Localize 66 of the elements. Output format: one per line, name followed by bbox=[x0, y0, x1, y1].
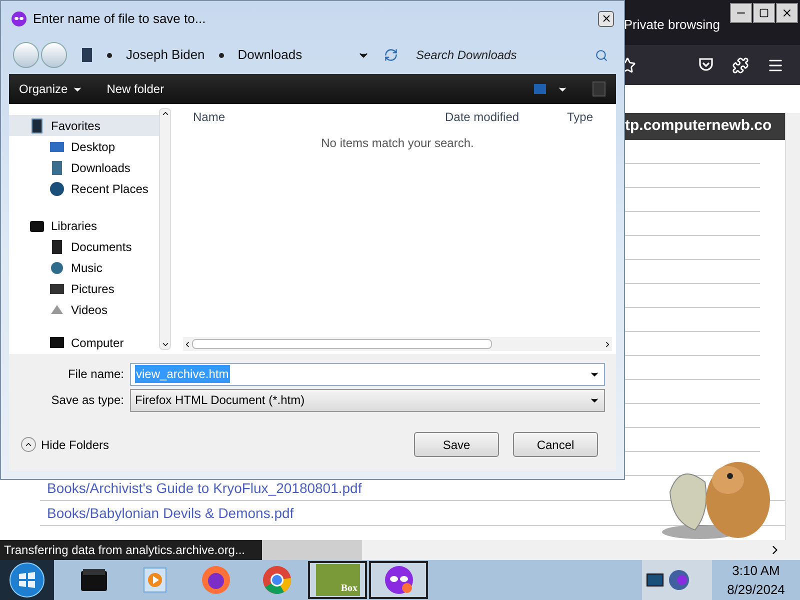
app-label: Box bbox=[340, 582, 358, 596]
nav-item[interactable]: Documents bbox=[9, 236, 159, 257]
breadcrumb-separator-icon bbox=[218, 52, 224, 58]
clock[interactable]: 3:10 AM 8/29/2024 bbox=[712, 560, 800, 600]
scroll-up-icon[interactable] bbox=[160, 109, 170, 118]
chrome-icon bbox=[262, 565, 292, 595]
scroll-right-icon[interactable] bbox=[603, 340, 612, 348]
breadcrumb-item[interactable]: Downloads bbox=[238, 45, 302, 65]
new-folder-button[interactable]: New folder bbox=[106, 80, 164, 98]
windows-logo-icon bbox=[9, 562, 45, 598]
page-heading: tp.computernewb.co bbox=[625, 116, 772, 136]
maximize-icon bbox=[759, 8, 769, 18]
empty-message: No items match your search. bbox=[321, 135, 474, 152]
refresh-icon[interactable] bbox=[384, 48, 398, 62]
scroll-left-icon[interactable] bbox=[183, 340, 192, 348]
folder-icon bbox=[81, 47, 93, 63]
organize-button[interactable]: Organize bbox=[19, 80, 83, 98]
taskbar-app[interactable] bbox=[369, 561, 428, 599]
clock-time: 3:10 AM bbox=[732, 562, 780, 580]
view-icon[interactable] bbox=[533, 83, 547, 95]
file-link[interactable]: Books/Archivist's Guide to KryoFlux_20180801.pdf bbox=[47, 478, 362, 498]
close-button[interactable] bbox=[776, 3, 798, 23]
maximize-button[interactable] bbox=[753, 3, 775, 23]
nav-item[interactable]: Favorites bbox=[9, 115, 159, 136]
field-label: File name: bbox=[66, 366, 125, 383]
mask-app-icon bbox=[11, 10, 27, 26]
search-icon bbox=[595, 48, 608, 62]
storage-box-icon bbox=[78, 567, 108, 593]
column-header[interactable]: Name bbox=[179, 108, 441, 126]
dialog-title: Enter name of file to save to... bbox=[33, 10, 207, 28]
breadcrumb-item[interactable]: Joseph Biden bbox=[126, 45, 205, 65]
close-icon bbox=[600, 13, 612, 24]
extensions-icon[interactable] bbox=[732, 56, 749, 74]
column-header[interactable]: Date modified bbox=[441, 108, 561, 126]
scroll-down-icon[interactable] bbox=[160, 340, 170, 349]
monitor-icon[interactable] bbox=[646, 573, 664, 587]
field-label: Save as type: bbox=[50, 392, 125, 409]
collapse-icon bbox=[24, 440, 33, 449]
start-button[interactable] bbox=[0, 560, 54, 600]
status-text: Transferring data from analytics.archive.org... bbox=[4, 542, 245, 559]
nav-item[interactable]: Libraries bbox=[9, 215, 159, 236]
close-icon bbox=[781, 7, 793, 19]
nav-item[interactable]: Videos bbox=[9, 299, 159, 320]
dialog-close-button[interactable] bbox=[598, 10, 614, 26]
nav-item[interactable]: Pictures bbox=[9, 278, 159, 299]
file-link[interactable]: Books/Babylonian Devils & Demons.pdf bbox=[47, 502, 294, 524]
media-player-icon bbox=[142, 567, 166, 593]
tab-label[interactable]: Private browsing bbox=[624, 15, 720, 34]
mask-icon bbox=[384, 565, 414, 595]
nav-item[interactable]: Computer bbox=[9, 332, 159, 353]
save-type-dropdown[interactable]: Firefox HTML Document (*.htm) bbox=[130, 388, 605, 412]
clock-date: 8/29/2024 bbox=[727, 581, 785, 599]
hide-folders-button[interactable]: Hide Folders bbox=[21, 436, 110, 454]
nav-item[interactable]: Music bbox=[9, 257, 159, 278]
save-button[interactable]: Save bbox=[414, 432, 499, 457]
preview-pane-icon[interactable] bbox=[592, 81, 606, 97]
cancel-button[interactable]: Cancel bbox=[513, 432, 598, 457]
file-name-value: view_archive.htm bbox=[135, 365, 230, 383]
nav-item[interactable]: Desktop bbox=[9, 136, 159, 157]
search-field[interactable]: Search Downloads bbox=[416, 46, 595, 64]
column-header[interactable]: Type bbox=[561, 108, 594, 126]
scrollbar-thumb[interactable] bbox=[192, 339, 492, 349]
pocket-icon[interactable] bbox=[698, 57, 714, 73]
breadcrumb-separator-icon bbox=[107, 52, 112, 58]
nav-item[interactable]: Downloads bbox=[9, 157, 159, 178]
nav-item[interactable]: Recent Places bbox=[9, 178, 159, 199]
